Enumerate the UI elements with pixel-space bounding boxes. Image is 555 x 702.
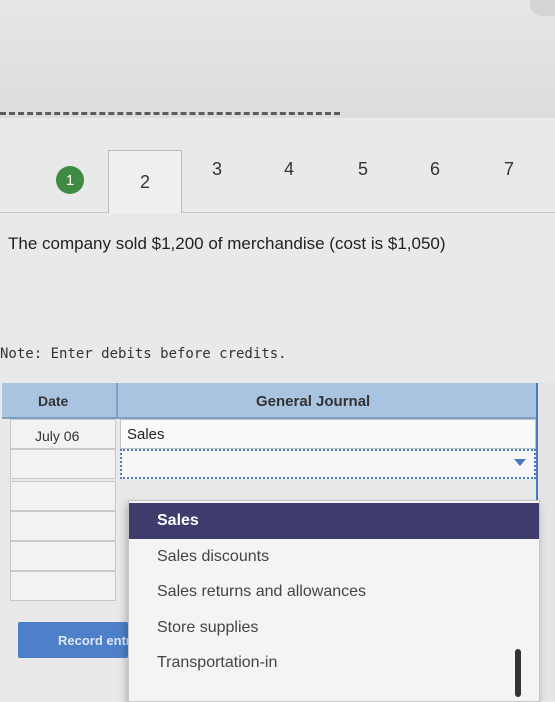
table-row xyxy=(2,449,553,479)
dashed-divider xyxy=(0,112,340,115)
general-journal-column-header: General Journal xyxy=(256,393,371,410)
step-1-completed[interactable]: 1 xyxy=(56,166,84,194)
date-cell[interactable] xyxy=(10,541,116,571)
account-dropdown-list: Sales Sales discounts Sales returns and … xyxy=(128,500,540,702)
dropdown-option-sales-returns[interactable]: Sales returns and allowances xyxy=(129,574,539,610)
dropdown-option-store-supplies[interactable]: Store supplies xyxy=(129,610,539,646)
date-cell[interactable] xyxy=(10,449,116,479)
dropdown-scrollbar[interactable] xyxy=(515,649,521,697)
date-column-header: Date xyxy=(38,393,69,409)
journal-header-row: Date General Journal xyxy=(2,383,553,419)
step-6-tab[interactable]: 6 xyxy=(424,158,446,181)
account-select[interactable]: Sales xyxy=(120,419,536,449)
step-3-tab[interactable]: 3 xyxy=(206,158,228,181)
date-cell[interactable]: July 06 xyxy=(10,419,116,449)
dropdown-option-sales-discounts[interactable]: Sales discounts xyxy=(129,539,539,575)
note-text: Note: Enter debits before credits. xyxy=(0,346,287,362)
step-2-active-tab[interactable]: 2 xyxy=(108,150,182,213)
step-5-tab[interactable]: 5 xyxy=(352,158,374,181)
header-divider xyxy=(116,383,118,417)
chevron-down-icon[interactable] xyxy=(514,459,526,466)
question-text: The company sold $1,200 of merchandise (… xyxy=(8,234,446,253)
dropdown-option-sales[interactable]: Sales xyxy=(129,503,539,539)
step-7-tab[interactable]: 7 xyxy=(498,158,520,181)
table-row: July 06 Sales xyxy=(2,419,553,449)
record-entry-button[interactable]: Record entry xyxy=(18,622,128,658)
step-navigation: 1 2 3 4 5 6 7 xyxy=(0,146,555,213)
account-select-focused[interactable] xyxy=(120,449,536,479)
top-band xyxy=(0,0,555,118)
date-cell[interactable] xyxy=(10,511,116,541)
step-4-tab[interactable]: 4 xyxy=(278,158,300,181)
date-cell[interactable] xyxy=(10,481,116,511)
date-cell[interactable] xyxy=(10,571,116,601)
dropdown-option-transportation-in[interactable]: Transportation-in xyxy=(129,645,539,681)
